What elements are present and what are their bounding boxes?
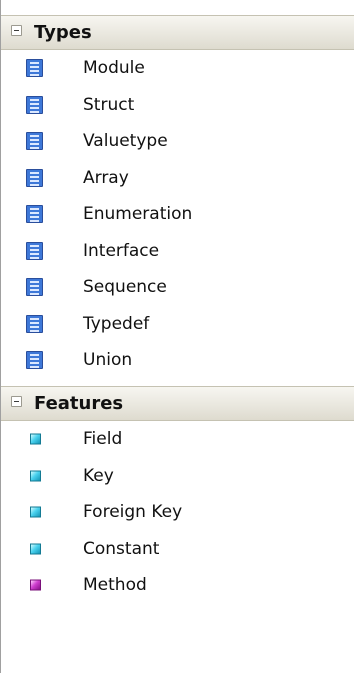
item-label: Struct — [83, 94, 135, 115]
type-document-icon — [26, 241, 43, 260]
types-section-header[interactable]: Types — [1, 15, 354, 50]
cyan-diamond-icon — [30, 433, 41, 445]
toolbox-item-sequence[interactable]: Sequence — [1, 269, 354, 306]
toolbox-item-typedef[interactable]: Typedef — [1, 306, 354, 343]
features-section-header[interactable]: Features — [1, 386, 354, 421]
magenta-diamond-icon — [30, 579, 41, 591]
item-label: Constant — [83, 538, 160, 559]
collapse-toggle-icon[interactable] — [11, 25, 22, 36]
item-label: Method — [83, 575, 147, 596]
types-group: Types Module Struct Valuetype Array Enum… — [1, 15, 354, 379]
cyan-diamond-icon — [30, 506, 41, 518]
toolbox-item-interface[interactable]: Interface — [1, 233, 354, 270]
item-label: Interface — [83, 240, 160, 261]
toolbox-item-constant[interactable]: Constant — [1, 531, 354, 568]
type-document-icon — [26, 59, 43, 78]
toolbox-item-array[interactable]: Array — [1, 160, 354, 197]
cyan-diamond-icon — [30, 543, 41, 555]
toolbox-panel: Types Module Struct Valuetype Array Enum… — [0, 0, 354, 673]
toolbox-item-module[interactable]: Module — [1, 50, 354, 87]
type-document-icon — [26, 205, 43, 224]
types-section-title: Types — [34, 22, 92, 43]
item-label: Valuetype — [83, 131, 168, 152]
type-document-icon — [26, 168, 43, 187]
panel-top-margin — [1, 0, 354, 15]
features-group: Features Field Key Foreign Key Constant … — [1, 386, 354, 604]
features-section-title: Features — [34, 393, 124, 414]
type-document-icon — [26, 132, 43, 151]
toolbox-item-valuetype[interactable]: Valuetype — [1, 123, 354, 160]
collapse-toggle-icon[interactable] — [11, 396, 22, 407]
item-label: Typedef — [83, 313, 150, 334]
item-label: Field — [83, 429, 123, 450]
item-label: Foreign Key — [83, 502, 183, 523]
item-label: Module — [83, 58, 145, 79]
toolbox-item-field[interactable]: Field — [1, 421, 354, 458]
cyan-diamond-icon — [30, 470, 41, 482]
toolbox-item-enumeration[interactable]: Enumeration — [1, 196, 354, 233]
item-label: Array — [83, 167, 129, 188]
toolbox-item-foreign-key[interactable]: Foreign Key — [1, 494, 354, 531]
toolbox-item-struct[interactable]: Struct — [1, 87, 354, 124]
item-label: Sequence — [83, 277, 167, 298]
item-label: Enumeration — [83, 204, 193, 225]
type-document-icon — [26, 95, 43, 114]
toolbox-item-union[interactable]: Union — [1, 342, 354, 379]
toolbox-item-method[interactable]: Method — [1, 567, 354, 604]
type-document-icon — [26, 351, 43, 370]
item-label: Union — [83, 350, 133, 371]
toolbox-item-key[interactable]: Key — [1, 458, 354, 495]
item-label: Key — [83, 465, 114, 486]
type-document-icon — [26, 314, 43, 333]
type-document-icon — [26, 278, 43, 297]
